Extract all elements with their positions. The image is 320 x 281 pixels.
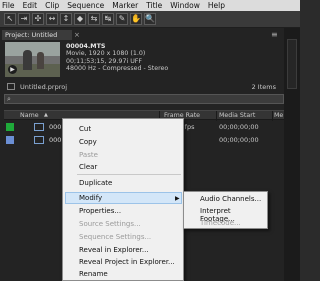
clip-icon <box>34 123 44 131</box>
item-count: 2 Items <box>251 83 276 91</box>
rolling-edit-tool-icon[interactable]: ↔ <box>46 13 58 25</box>
toolbar: ↖ ⇥ ✣ ↔ ↕ ◆ ⇆ ↹ ✎ ✋ 🔍 <box>0 11 300 28</box>
menu-item-rename[interactable]: Rename <box>79 270 108 278</box>
track-select-tool-icon[interactable]: ⇥ <box>18 13 30 25</box>
menu-window[interactable]: Window <box>170 1 200 10</box>
submenu-timecode: Timecode... <box>200 219 241 227</box>
context-menu: Cut Copy Paste Clear Duplicate Modify ▶ … <box>62 118 184 281</box>
menu-edit[interactable]: Edit <box>23 1 38 10</box>
menu-file[interactable]: File <box>2 1 15 10</box>
project-info-row: Untitled.prproj 2 Items <box>4 82 284 92</box>
zoom-tool-icon[interactable]: 🔍 <box>144 13 156 25</box>
clip-icon <box>34 136 44 144</box>
ripple-edit-tool-icon[interactable]: ✣ <box>32 13 44 25</box>
menu-bar: File Edit Clip Sequence Marker Title Win… <box>0 0 300 11</box>
menu-item-modify[interactable]: Modify <box>79 194 102 202</box>
razor-tool-icon[interactable]: ◆ <box>74 13 86 25</box>
close-icon[interactable]: × <box>74 30 80 40</box>
menu-help[interactable]: Help <box>208 1 225 10</box>
menu-item-duplicate[interactable]: Duplicate <box>79 179 112 187</box>
menu-item-source-settings: Source Settings... <box>79 220 141 228</box>
clip-filename: 00004.MTS <box>66 43 106 50</box>
slide-tool-icon[interactable]: ↹ <box>102 13 114 25</box>
selection-tool-icon[interactable]: ↖ <box>4 13 16 25</box>
column-media-start[interactable]: Media Start <box>219 112 255 119</box>
rate-stretch-tool-icon[interactable]: ↕ <box>60 13 72 25</box>
label-color-swatch[interactable] <box>6 123 14 131</box>
project-name: Untitled.prproj <box>20 83 68 91</box>
clip-metadata: 00004.MTS Movie, 1920 x 1080 (1.0) 00;11… <box>66 43 168 72</box>
clip-format: Movie, 1920 x 1080 (1.0) <box>66 50 146 58</box>
label-color-swatch[interactable] <box>6 136 14 144</box>
menu-item-cut[interactable]: Cut <box>79 125 91 133</box>
clip-audio: 48000 Hz - Compressed - Stereo <box>66 64 169 72</box>
tab-project[interactable]: Project: Untitled <box>2 30 72 40</box>
menu-item-paste: Paste <box>79 151 98 159</box>
menu-title[interactable]: Title <box>146 1 162 10</box>
menu-clip[interactable]: Clip <box>45 1 59 10</box>
search-input[interactable]: ⌕ <box>4 94 284 104</box>
submenu-arrow-icon: ▶ <box>175 195 180 202</box>
hand-tool-icon[interactable]: ✋ <box>130 13 142 25</box>
submenu-audio-channels[interactable]: Audio Channels... <box>200 195 261 203</box>
menu-item-reveal-project[interactable]: Reveal Project in Explorer... <box>79 258 175 266</box>
column-name[interactable]: Name <box>20 112 39 119</box>
menu-item-sequence-settings: Sequence Settings... <box>79 233 152 241</box>
project-file-icon <box>7 83 15 90</box>
menu-item-reveal-in-explorer[interactable]: Reveal in Explorer... <box>79 246 149 254</box>
adjacent-panel-control[interactable] <box>287 39 297 89</box>
menu-sequence[interactable]: Sequence <box>67 1 104 10</box>
menu-item-copy[interactable]: Copy <box>79 138 97 146</box>
modify-submenu: Audio Channels... Interpret Footage... T… <box>183 191 268 229</box>
panel-menu-icon[interactable]: ≡ <box>271 30 278 40</box>
sort-icon: ▲ <box>44 112 48 118</box>
column-extra[interactable]: Me <box>274 112 283 119</box>
clip-duration: 00;11;53;15, 29.97i UFF <box>66 57 143 65</box>
clip-thumbnail: ▶ <box>5 42 60 77</box>
slip-tool-icon[interactable]: ⇆ <box>88 13 100 25</box>
pen-tool-icon[interactable]: ✎ <box>116 13 128 25</box>
menu-item-clear[interactable]: Clear <box>79 163 97 171</box>
menu-item-properties[interactable]: Properties... <box>79 207 121 215</box>
play-icon[interactable]: ▶ <box>8 65 17 74</box>
menu-marker[interactable]: Marker <box>112 1 138 10</box>
search-icon: ⌕ <box>7 95 11 103</box>
